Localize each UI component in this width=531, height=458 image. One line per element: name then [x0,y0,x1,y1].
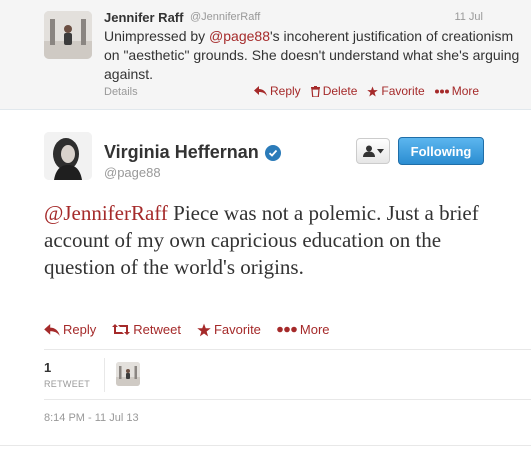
main-author-handle[interactable]: @page88 [104,165,161,180]
parent-more-button[interactable]: More [434,84,480,98]
main-avatar[interactable] [44,132,92,180]
parent-favorite-label: Favorite [381,84,425,98]
retweet-count[interactable]: 1 [44,360,51,375]
parent-author-name[interactable]: Jennifer Raff [104,10,183,25]
main-tweet-text: @JenniferRaff Piece was not a polemic. J… [44,200,514,281]
more-icon [277,326,297,333]
parent-tweet-text: Unimpressed by @page88's incoherent just… [104,27,524,84]
favorite-icon [197,323,211,336]
divider [44,399,531,400]
details-link[interactable]: Details [104,86,138,98]
parent-time[interactable]: 11 Jul [454,11,483,23]
delete-icon [310,85,320,97]
main-mention-link[interactable]: @JenniferRaff [44,201,168,225]
following-button[interactable]: Following [398,137,484,165]
retweet-button[interactable]: Retweet [112,322,181,337]
favorite-icon [367,85,379,97]
main-author[interactable]: Virginia Heffernan [104,142,281,163]
parent-delete-button[interactable]: Delete [310,84,358,98]
favorite-label: Favorite [213,322,261,337]
divider [44,349,531,350]
parent-text-start: Unimpressed by [104,28,210,44]
main-author-name[interactable]: Virginia Heffernan [104,142,259,163]
reply-label: Reply [63,322,97,337]
retweet-label: Retweet [133,322,181,337]
more-icon [434,89,449,93]
parent-actions: Reply Delete Favorite More [254,84,479,98]
reply-button[interactable]: Reply [44,322,96,337]
divider [0,445,531,446]
parent-tweet: Jennifer Raff @JenniferRaff 11 Jul Unimp… [0,0,531,110]
tweet-timestamp[interactable]: 8:14 PM - 11 Jul 13 [44,412,139,424]
reply-icon [44,323,60,336]
retweet-icon [112,324,131,335]
parent-more-label: More [451,84,480,98]
retweet-count-label: RETWEET [44,379,91,389]
parent-author-handle[interactable]: @JenniferRaff [190,11,260,23]
parent-avatar[interactable] [44,11,92,59]
parent-favorite-button[interactable]: Favorite [367,84,425,98]
stats-separator [104,358,105,392]
parent-delete-label: Delete [322,84,358,98]
more-label: More [299,322,330,337]
retweeter-avatar[interactable] [116,362,140,386]
parent-reply-label: Reply [270,84,301,98]
user-icon [362,145,375,157]
main-actions: Reply Retweet Favorite More [44,322,330,337]
parent-mention-link[interactable]: @page88 [209,28,270,44]
more-button[interactable]: More [277,322,330,337]
user-actions-button[interactable] [356,138,390,164]
verified-icon [264,144,281,161]
reply-icon [254,86,267,96]
parent-reply-button[interactable]: Reply [254,84,301,98]
favorite-button[interactable]: Favorite [197,322,261,337]
chevron-down-icon [376,148,384,153]
